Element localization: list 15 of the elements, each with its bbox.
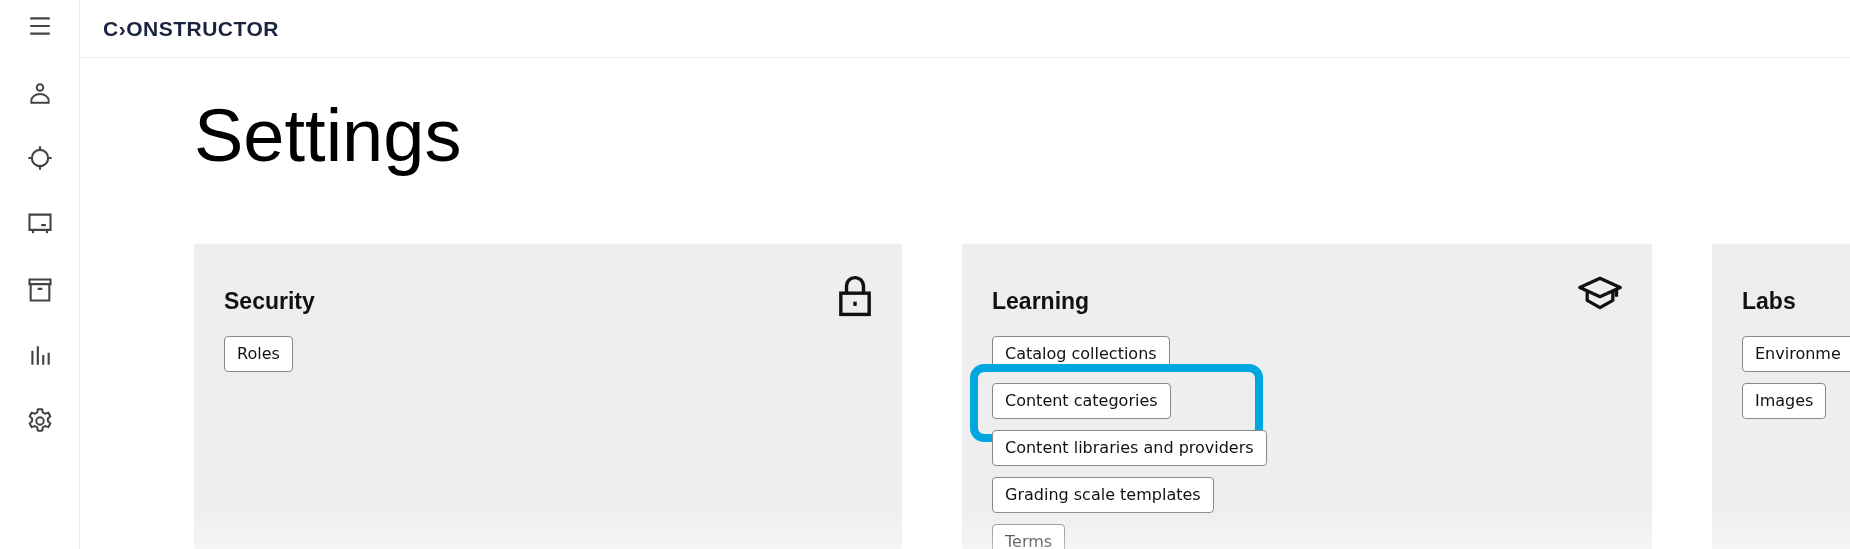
settings-link-button[interactable]: Content libraries and providers xyxy=(992,429,1267,466)
settings-link-button[interactable]: Grading scale templates xyxy=(992,476,1214,513)
settings-link-button[interactable]: Environme xyxy=(1742,335,1850,372)
crosshair-icon[interactable] xyxy=(25,144,54,172)
card-title: Labs xyxy=(1742,287,1796,315)
settings-link-button[interactable]: Content categories xyxy=(992,382,1171,419)
card-title: Security xyxy=(224,287,315,315)
settings-link-button[interactable]: Terms xyxy=(992,523,1066,549)
archive-icon[interactable] xyxy=(25,276,54,304)
settings-link-button[interactable]: Roles xyxy=(224,335,293,372)
settings-link-button[interactable]: Images xyxy=(1742,382,1827,419)
card-title: Learning xyxy=(992,287,1090,315)
lock-icon xyxy=(838,273,872,318)
page-title: Settings xyxy=(194,93,463,179)
logo[interactable]: C›ONSTRUCTOR xyxy=(103,16,279,41)
